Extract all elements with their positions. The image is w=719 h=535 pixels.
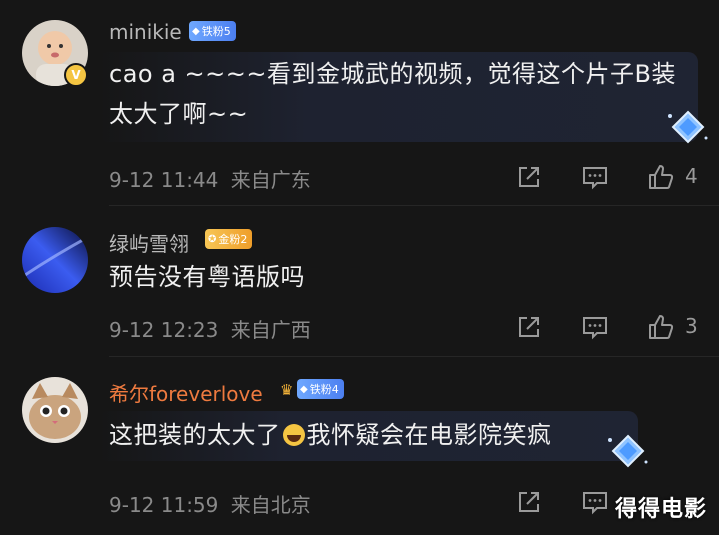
avatar[interactable] (22, 377, 88, 443)
comment-icon[interactable] (581, 488, 609, 516)
location: 来自北京 (230, 493, 311, 517)
share-icon[interactable] (515, 488, 543, 516)
fan-badge: ◆ 铁粉4 (297, 379, 344, 399)
comment-text: 这把装的太大了 我怀疑会在电影院笑疯 (109, 421, 552, 449)
comment-3: 希尔foreverlove ♛ ◆ 铁粉4 这把装的太大了 我怀疑会在电影院笑疯 9… (0, 0, 719, 535)
timestamp: 9-12 11:59 (109, 493, 219, 517)
watermark: 得得电影 (614, 497, 707, 522)
laughing-emoji-icon (282, 424, 305, 446)
diamond-icon: ◆ (300, 383, 308, 395)
username[interactable]: 希尔foreverlove (109, 378, 263, 407)
comment-meta: 9-12 11:59 来自北京 (109, 489, 311, 518)
crown-icon: ♛ (280, 381, 294, 399)
diamond-decoration-icon (608, 434, 648, 468)
